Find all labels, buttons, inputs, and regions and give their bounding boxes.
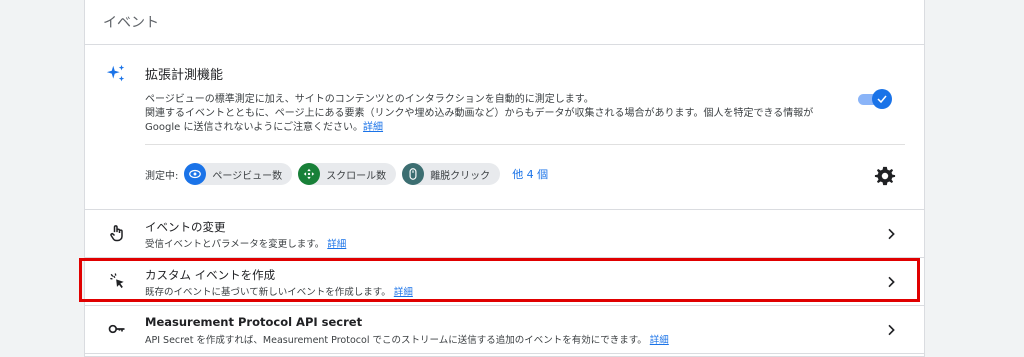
- more-events-link[interactable]: 他 4 個: [512, 166, 548, 182]
- row-description: 受信イベントとパラメータを変更します。 詳細: [145, 236, 346, 250]
- enhanced-measurement-description: ページビューの標準測定に加え、サイトのコンテンツとのインタラクションを自動的に測…: [145, 93, 865, 135]
- checkmark-icon: [877, 95, 887, 104]
- chip-label: スクロール数: [326, 170, 387, 182]
- section-title: イベント: [103, 15, 159, 31]
- chip-label: 離脱クリック: [430, 170, 491, 182]
- divider: [145, 144, 905, 145]
- details-link[interactable]: 詳細: [363, 122, 383, 133]
- eye-icon: [184, 163, 207, 185]
- row-description-text: API Secret を作成すれば、Measurement Protocol で…: [145, 335, 647, 346]
- chip-label: ページビュー数: [212, 170, 283, 182]
- scroll-arrows-icon: [298, 163, 321, 185]
- row-description-text: 受信イベントとパラメータを変更します。: [145, 239, 325, 250]
- description-line-3: Google に送信されないようにご注意ください。詳細: [145, 121, 865, 135]
- enhanced-measurement-title: 拡張計測機能: [145, 68, 224, 83]
- highlight-box: [79, 258, 920, 302]
- description-line-1: ページビューの標準測定に加え、サイトのコンテンツとのインタラクションを自動的に測…: [145, 94, 594, 105]
- modify-events-row[interactable]: イベントの変更 受信イベントとパラメータを変更します。 詳細: [85, 210, 924, 258]
- enhanced-measurement-card: 拡張計測機能 ページビューの標準測定に加え、サイトのコンテンツとのインタラクショ…: [85, 45, 924, 210]
- gear-icon[interactable]: [874, 165, 896, 187]
- sparkle-icon: [106, 64, 125, 82]
- touch-hand-icon: [110, 225, 123, 242]
- enhanced-measurement-toggle[interactable]: [858, 89, 892, 109]
- section-header: イベント: [85, 0, 924, 45]
- chevron-right-icon: [888, 324, 895, 336]
- toggle-knob: [872, 89, 892, 109]
- measuring-row: 測定中: ページビュー数 スクロール数 離脱クリック 他 4 個: [145, 162, 548, 186]
- row-title: Measurement Protocol API secret: [145, 315, 363, 329]
- details-link[interactable]: 詳細: [327, 239, 346, 250]
- measurement-protocol-row[interactable]: Measurement Protocol API secret API Secr…: [85, 306, 924, 354]
- details-link[interactable]: 詳細: [650, 335, 669, 346]
- mouse-icon: [402, 163, 425, 185]
- chip-page-views: ページビュー数: [184, 163, 293, 185]
- description-line-3-text: Google に送信されないようにご注意ください。: [145, 122, 364, 133]
- row-description: API Secret を作成すれば、Measurement Protocol で…: [145, 332, 669, 346]
- chevron-right-icon: [888, 228, 895, 240]
- events-panel: イベント 拡張計測機能 ページビューの標準測定に加え、サイトのコンテンツとのイン…: [84, 0, 925, 357]
- chip-scrolls: スクロール数: [298, 163, 397, 185]
- measuring-label: 測定中:: [145, 170, 179, 182]
- description-line-2: 関連するイベントとともに、ページ上にある要素（リンクや埋め込み動画など）からもデ…: [145, 108, 814, 119]
- key-icon: [108, 324, 125, 334]
- chip-outbound-clicks: 離脱クリック: [402, 163, 501, 185]
- row-title: イベントの変更: [145, 220, 226, 234]
